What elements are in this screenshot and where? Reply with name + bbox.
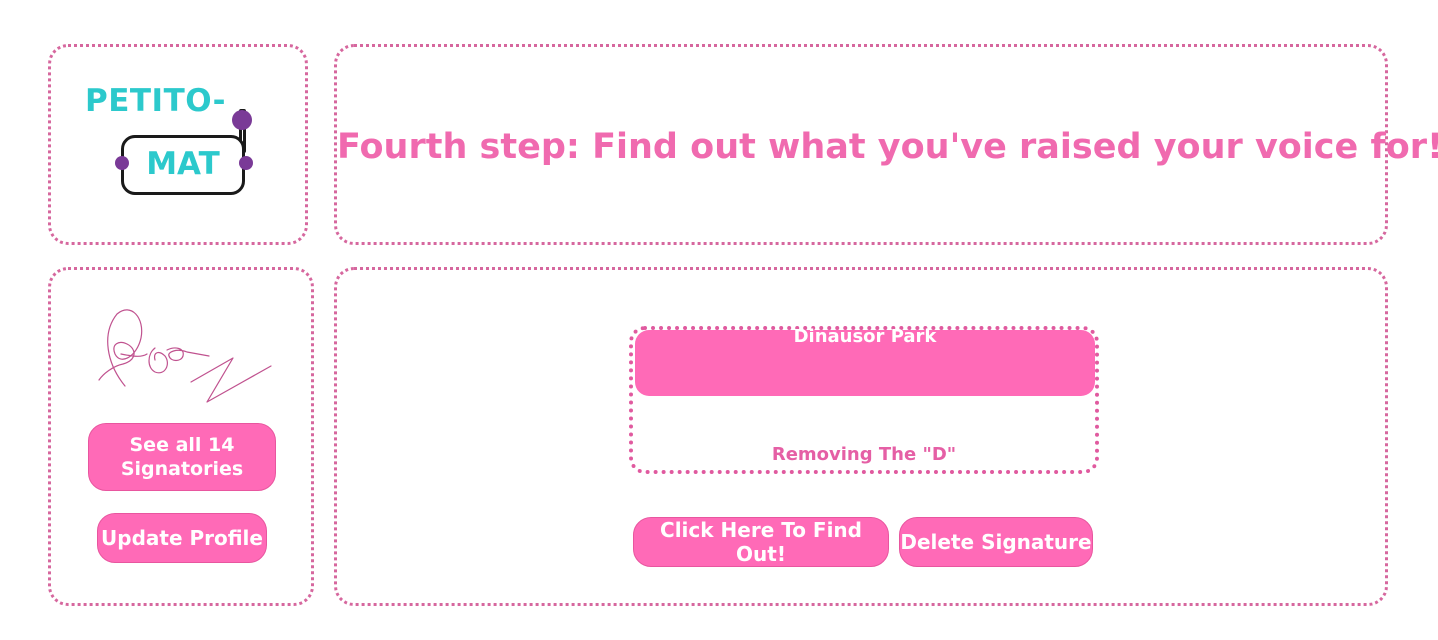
see-all-signatories-button[interactable]: See all 14 Signatories [88, 423, 276, 491]
delete-signature-button[interactable]: Delete Signature [899, 517, 1093, 567]
logo-box: MAT [121, 135, 245, 195]
petition-description: Removing The "D" [771, 444, 957, 465]
logo-panel: PETITO- MAT [48, 44, 308, 245]
header-panel: Fourth step: Find out what you've raised… [334, 44, 1438, 245]
find-out-button[interactable]: Click Here To Find Out! [633, 517, 889, 567]
page-title: Fourth step: Find out what you've raised… [337, 127, 1438, 167]
petition-card[interactable]: Dinausor Park Removing The "D" [629, 326, 1099, 474]
logo-lever-knob [232, 110, 252, 130]
signature-image [98, 309, 272, 403]
app-logo: PETITO- MAT [81, 83, 271, 223]
petition-title: Dinausor Park [793, 326, 937, 347]
update-profile-button[interactable]: Update Profile [97, 513, 267, 563]
logo-right-dot [239, 156, 253, 170]
petition-main-panel: Dinausor Park Removing The "D" Click Her… [334, 267, 1388, 606]
logo-text-line1: PETITO- [85, 83, 227, 119]
logo-left-dot [115, 156, 129, 170]
petition-card-header: Dinausor Park [635, 326, 1095, 396]
logo-text-line2: MAT [146, 146, 220, 182]
profile-sidebar: See all 14 Signatories Update Profile [48, 267, 314, 606]
